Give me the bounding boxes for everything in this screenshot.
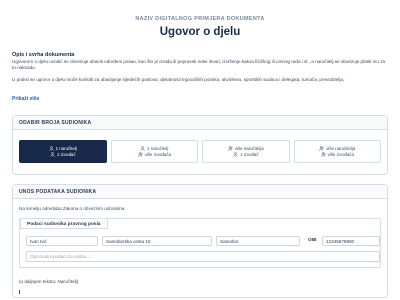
intro-heading: Opis i svrha dokumenta: [12, 52, 75, 58]
option-1-orderer-1-contractor[interactable]: 1 naručitelj 1 izvođač: [19, 140, 107, 163]
document-kicker: NAZIV DIGITALNOG PRIMJERA DOKUMENTA: [135, 16, 265, 22]
participant-data-card: UNOS PODATAKA SUDIONIKA Na temelju odred…: [12, 184, 388, 298]
option-1-orderer-many-contractors[interactable]: 1 naručitelj više izvođača: [110, 140, 198, 163]
people-icon: [137, 152, 143, 157]
option-line-2: više izvođača: [144, 152, 171, 157]
option-line-1: 1 naručitelj: [55, 146, 77, 151]
option-line-1: više naručitelja: [326, 146, 356, 151]
participant-options: 1 naručitelj 1 izvođač 1 naručitelj više…: [19, 140, 381, 163]
participant-data-heading: UNOS PODATAKA SUDIONIKA: [13, 185, 387, 199]
intro-paragraph-2: U praksi se ugovor o djelu može koristit…: [12, 77, 345, 82]
oib-label: OIB: [308, 238, 317, 243]
people-icon: [319, 146, 324, 151]
participant-count-heading: ODABIR BROJA SUDIONIKA: [13, 116, 387, 130]
option-many-orderers-1-contractor[interactable]: više naručitelja 1 izvođač: [202, 140, 290, 163]
participant-subpanel: Podaci sudionika pravnog posla OIB: [19, 218, 381, 268]
address-field[interactable]: [102, 236, 212, 246]
participant-count-card: ODABIR BROJA SUDIONIKA 1 naručitelj 1 iz…: [12, 115, 388, 175]
person-icon: [49, 146, 54, 151]
intro-paragraph-1: Ugovorom o djelu uvodić se obvezuje obav…: [12, 59, 386, 71]
option-line-2: 1 izvođač: [239, 152, 259, 157]
show-more-link[interactable]: Prikaži više: [12, 96, 39, 102]
name-field[interactable]: [26, 236, 98, 246]
option-line-2: više izvođača: [327, 152, 354, 157]
option-line-1: 1 naručitelj: [147, 146, 169, 151]
city-field[interactable]: [216, 236, 300, 246]
optional-details-field[interactable]: [26, 251, 380, 262]
oib-field[interactable]: [322, 236, 380, 246]
people-icon: [227, 146, 233, 151]
person-icon: [50, 152, 55, 157]
person-icon: [233, 152, 238, 157]
option-line-2: 1 izvođač: [56, 152, 76, 157]
role-note: (u daljnjem tekstu: Naručitelj): [19, 279, 79, 284]
participant-subpanel-tab[interactable]: Podaci sudionika pravnog posla: [20, 218, 108, 229]
people-icon: [320, 152, 326, 157]
option-many-orderers-many-contractors[interactable]: više naručitelja više izvođača: [293, 140, 381, 163]
legal-basis-note: Na temelju odredaba Zakona o obveznim od…: [19, 206, 126, 211]
person-icon: [140, 146, 145, 151]
option-line-1: više naručitelja: [234, 146, 264, 151]
text-cursor: [19, 290, 20, 294]
page-title: Ugovor o djelu: [159, 26, 241, 38]
